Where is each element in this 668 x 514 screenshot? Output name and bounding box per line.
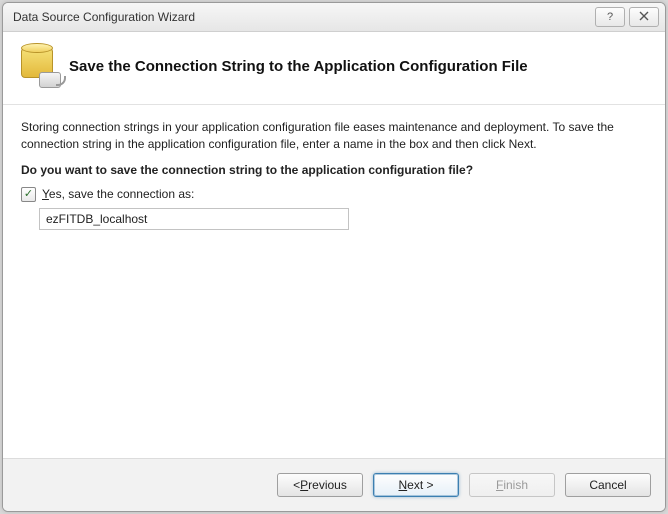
page-title: Save the Connection String to the Applic… — [69, 58, 528, 75]
checkmark-icon: ✓ — [24, 189, 33, 200]
wizard-footer: < Previous Next > Finish Cancel — [3, 458, 665, 511]
previous-button[interactable]: < Previous — [277, 473, 363, 497]
window-title: Data Source Configuration Wizard — [13, 10, 591, 24]
save-connection-label: Yes, save the connection as: — [42, 187, 194, 201]
titlebar: Data Source Configuration Wizard ? — [3, 3, 665, 32]
connection-name-input[interactable]: ezFITDB_localhost — [39, 208, 349, 230]
question-text: Do you want to save the connection strin… — [21, 163, 647, 177]
finish-button: Finish — [469, 473, 555, 497]
connection-name-value: ezFITDB_localhost — [46, 212, 147, 226]
close-button[interactable] — [629, 7, 659, 27]
next-button[interactable]: Next > — [373, 473, 459, 497]
help-button[interactable]: ? — [595, 7, 625, 27]
database-connection-icon — [19, 46, 59, 86]
save-connection-checkbox-row: ✓ Yes, save the connection as: — [21, 187, 647, 202]
cancel-button[interactable]: Cancel — [565, 473, 651, 497]
save-connection-checkbox[interactable]: ✓ — [21, 187, 36, 202]
wizard-window: Data Source Configuration Wizard ? Save … — [2, 2, 666, 512]
close-icon — [639, 11, 649, 24]
wizard-header: Save the Connection String to the Applic… — [3, 32, 665, 105]
description-text: Storing connection strings in your appli… — [21, 119, 647, 153]
wizard-body: Storing connection strings in your appli… — [3, 105, 665, 458]
